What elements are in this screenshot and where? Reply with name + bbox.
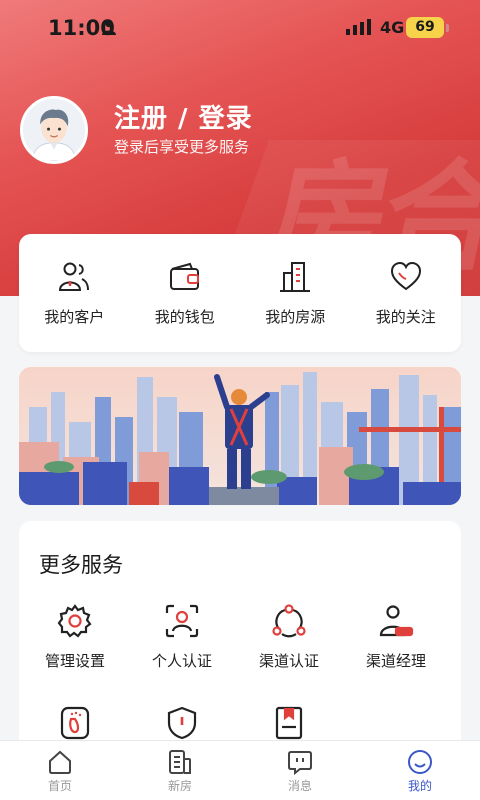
tab-messages[interactable]: 消息: [240, 741, 360, 800]
person-icon: [102, 19, 116, 35]
message-icon: [288, 751, 312, 775]
smile-icon: [408, 750, 432, 774]
manager-icon: [379, 605, 414, 637]
network-icon: [272, 604, 306, 638]
footprint-icon: [60, 706, 90, 740]
tab-label-new-homes: 新房: [167, 779, 192, 793]
service-channel-verification[interactable]: 渠道认证: [234, 603, 344, 671]
service-label-channel-manager: 渠道经理: [365, 652, 426, 670]
face-scan-icon: [165, 604, 199, 638]
city-skyline-illustration: [19, 367, 461, 505]
tab-label-home: 首页: [47, 779, 72, 793]
tab-home[interactable]: 首页: [0, 741, 120, 800]
battery-cap: [446, 24, 449, 32]
service-label-personal-verification: 个人认证: [151, 652, 212, 670]
login-register-link[interactable]: 注册 / 登录: [114, 98, 253, 135]
quick-label-customers: 我的客户: [44, 308, 105, 326]
service-channel-manager[interactable]: 渠道经理: [341, 603, 451, 671]
quick-label-favorites: 我的关注: [375, 308, 436, 326]
battery-level: 69: [406, 17, 444, 38]
status-bar: 11:00 4G 69: [0, 0, 480, 56]
tab-mine[interactable]: 我的: [360, 741, 480, 800]
shield-icon: [167, 706, 197, 740]
bookmark-book-icon: [275, 706, 303, 740]
service-label-manage-settings: 管理设置: [44, 652, 105, 670]
service-label-channel-verification: 渠道认证: [258, 652, 319, 670]
network-type: 4G: [380, 18, 405, 37]
bottom-tab-bar: 首页 新房 消息 我的: [0, 740, 480, 800]
wallet-icon: [169, 262, 199, 290]
more-services-card: 更多服务 管理设置 个人认证 渠道认证 渠道经理: [19, 521, 461, 761]
tab-label-messages: 消息: [287, 779, 312, 793]
building-doc-icon: [169, 750, 191, 774]
home-icon: [49, 750, 71, 774]
heart-icon: [390, 261, 421, 291]
more-services-title: 更多服务: [39, 553, 123, 577]
quick-item-listings[interactable]: 我的房源: [240, 234, 351, 352]
quick-item-customers[interactable]: 我的客户: [19, 234, 130, 352]
avatar-cartoon-icon: [23, 99, 85, 161]
promo-banner[interactable]: [19, 367, 461, 505]
building-icon: [280, 262, 311, 292]
service-personal-verification[interactable]: 个人认证: [127, 603, 237, 671]
quick-actions-card: 我的客户 我的钱包 我的房源 我的关注: [19, 234, 461, 352]
login-subtitle: 登录后享受更多服务: [114, 138, 250, 156]
quick-item-favorites[interactable]: 我的关注: [351, 234, 462, 352]
quick-label-listings: 我的房源: [265, 308, 326, 326]
gear-icon: [57, 604, 92, 638]
tab-label-mine: 我的: [407, 779, 432, 793]
tab-new-homes[interactable]: 新房: [120, 741, 240, 800]
quick-label-wallet: 我的钱包: [154, 308, 215, 326]
signal-icon: [346, 19, 371, 35]
service-manage-settings[interactable]: 管理设置: [20, 603, 130, 671]
quick-item-wallet[interactable]: 我的钱包: [130, 234, 241, 352]
avatar[interactable]: [20, 96, 88, 164]
customers-icon: [59, 262, 90, 291]
